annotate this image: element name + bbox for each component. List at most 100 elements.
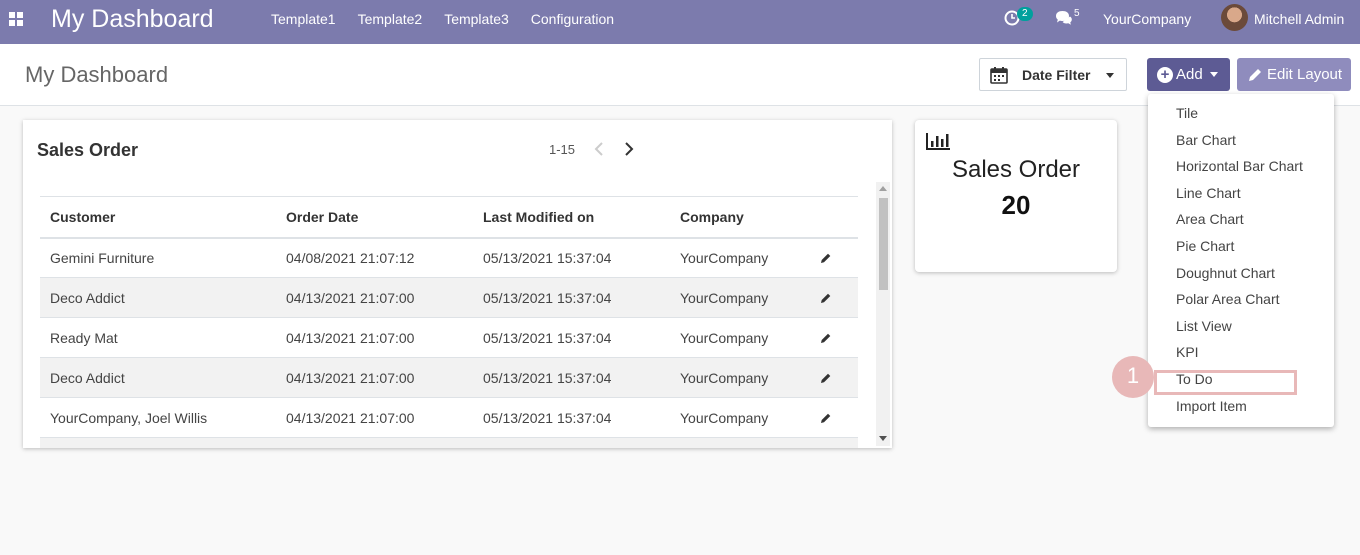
step-number-marker: 1 — [1112, 356, 1154, 398]
table-scrollbar[interactable] — [876, 182, 890, 446]
table-row[interactable]: Deco Addict 04/13/2021 21:07:00 05/13/20… — [40, 277, 858, 318]
user-menu[interactable]: Mitchell Admin — [1254, 11, 1344, 27]
cell-company: YourCompany — [670, 397, 810, 438]
pencil-edit-icon[interactable] — [820, 292, 832, 304]
column-header-customer[interactable]: Customer — [40, 196, 276, 239]
app-brand[interactable]: My Dashboard — [51, 4, 214, 34]
user-avatar[interactable] — [1221, 4, 1248, 31]
cell-customer: Deco Addict — [40, 357, 276, 398]
cell-order-date: 04/13/2021 21:07:00 — [276, 277, 473, 318]
messages-chat-icon[interactable] — [1055, 10, 1072, 26]
cell-customer: YourCompany, Joel Willis — [40, 397, 276, 438]
cell-customer: Ready Mat — [40, 317, 276, 358]
add-button[interactable]: + Add — [1147, 58, 1230, 91]
cell-order-date: 04/13/2021 21:07:00 — [276, 317, 473, 358]
sales-order-table: Customer Order Date Last Modified on Com… — [40, 196, 858, 448]
cell-empty — [276, 437, 473, 448]
dropdown-item-area-chart[interactable]: Area Chart — [1176, 211, 1244, 227]
cell-company: YourCompany — [670, 237, 810, 278]
table-row[interactable]: Gemini Furniture 04/08/2021 21:07:12 05/… — [40, 237, 858, 278]
dropdown-item-line-chart[interactable]: Line Chart — [1176, 185, 1241, 201]
cell-order-date: 04/13/2021 21:07:00 — [276, 357, 473, 398]
cell-customer: Deco Addict — [40, 277, 276, 318]
cell-order-date: 04/13/2021 21:07:00 — [276, 397, 473, 438]
table-row[interactable]: YourCompany, Joel Willis 04/13/2021 21:0… — [40, 397, 858, 438]
dropdown-item-tile[interactable]: Tile — [1176, 105, 1198, 121]
cell-last-modified: 05/13/2021 15:37:04 — [473, 277, 670, 318]
company-switcher[interactable]: YourCompany — [1103, 11, 1191, 27]
dropdown-item-pie-chart[interactable]: Pie Chart — [1176, 238, 1234, 254]
scroll-down-arrow-icon[interactable] — [879, 436, 887, 441]
pencil-edit-icon[interactable] — [820, 372, 832, 384]
plus-circle-icon: + — [1157, 66, 1173, 83]
bar-chart-icon — [926, 133, 950, 150]
dropdown-item-kpi[interactable]: KPI — [1176, 344, 1199, 360]
scrollbar-thumb[interactable] — [879, 198, 888, 290]
table-header-row: Customer Order Date Last Modified on Com… — [40, 196, 858, 239]
sales-order-tile-card[interactable]: Sales Order 20 — [915, 120, 1117, 272]
apps-grid-icon[interactable] — [9, 12, 23, 26]
cell-empty — [670, 437, 810, 448]
cell-company: YourCompany — [670, 317, 810, 358]
cell-last-modified: 05/13/2021 15:37:04 — [473, 357, 670, 398]
dropdown-item-bar-chart[interactable]: Bar Chart — [1176, 132, 1236, 148]
cell-empty — [473, 437, 670, 448]
row-edit-cell — [810, 277, 858, 318]
pencil-edit-icon[interactable] — [820, 412, 832, 424]
cell-company: YourCompany — [670, 357, 810, 398]
tile-value: 20 — [1001, 190, 1031, 220]
edit-layout-button[interactable]: Edit Layout — [1237, 58, 1351, 91]
menu-item-template3[interactable]: Template3 — [444, 11, 509, 27]
menu-item-template2[interactable]: Template2 — [358, 11, 423, 27]
dropdown-item-polar-area-chart[interactable]: Polar Area Chart — [1176, 291, 1280, 307]
column-header-order-date[interactable]: Order Date — [276, 196, 473, 239]
tile-title: Sales Order — [951, 156, 1081, 183]
column-header-last-modified[interactable]: Last Modified on — [473, 196, 670, 239]
column-header-company[interactable]: Company — [670, 196, 810, 239]
list-table-wrapper: Customer Order Date Last Modified on Com… — [40, 196, 858, 448]
messages-count: 5 — [1074, 8, 1080, 19]
date-filter-label: Date Filter — [1022, 66, 1091, 83]
top-navbar: My Dashboard Template1 Template2 Templat… — [0, 0, 1360, 44]
table-row[interactable]: Ready Mat 04/13/2021 21:07:00 05/13/2021… — [40, 317, 858, 358]
menu-item-template1[interactable]: Template1 — [271, 11, 336, 27]
edit-layout-label: Edit Layout — [1267, 66, 1343, 83]
menu-item-configuration[interactable]: Configuration — [531, 11, 614, 27]
cell-last-modified: 05/13/2021 15:37:04 — [473, 397, 670, 438]
pager-previous-icon[interactable] — [593, 141, 605, 157]
cell-last-modified: 05/13/2021 15:37:04 — [473, 237, 670, 278]
activity-count-badge: 2 — [1017, 7, 1033, 21]
row-edit-cell — [810, 237, 858, 278]
top-menu: Template1 Template2 Template3 Configurat… — [271, 11, 614, 27]
dropdown-item-list-view[interactable]: List View — [1176, 318, 1232, 334]
sales-order-list-card: Sales Order 1-15 Customer Order Date Las… — [23, 120, 892, 448]
pencil-edit-icon[interactable] — [820, 252, 832, 264]
cell-company: YourCompany — [670, 277, 810, 318]
calendar-icon — [990, 66, 1008, 84]
table-row[interactable]: Deco Addict 04/13/2021 21:07:00 05/13/20… — [40, 357, 858, 398]
row-edit-cell — [810, 317, 858, 358]
scroll-up-arrow-icon[interactable] — [879, 186, 887, 191]
table-row[interactable] — [40, 437, 858, 448]
date-filter-button[interactable]: Date Filter — [979, 58, 1127, 91]
row-edit-cell — [810, 397, 858, 438]
row-edit-cell — [810, 357, 858, 398]
add-button-label: Add — [1176, 66, 1203, 83]
cell-order-date: 04/08/2021 21:07:12 — [276, 237, 473, 278]
step-highlight-box — [1154, 370, 1297, 395]
chevron-down-icon — [1106, 73, 1114, 78]
pencil-icon — [1249, 68, 1261, 81]
cell-customer-partial — [40, 437, 276, 448]
pencil-edit-icon[interactable] — [820, 332, 832, 344]
cell-last-modified: 05/13/2021 15:37:04 — [473, 317, 670, 358]
list-card-title: Sales Order — [37, 140, 139, 160]
column-header-actions — [810, 196, 858, 239]
dropdown-item-doughnut-chart[interactable]: Doughnut Chart — [1176, 265, 1275, 281]
dropdown-item-import-item[interactable]: Import Item — [1176, 398, 1247, 414]
pager-value[interactable]: 1-15 — [549, 142, 575, 157]
cell-customer: Gemini Furniture — [40, 237, 276, 278]
dropdown-item-horizontal-bar-chart[interactable]: Horizontal Bar Chart — [1176, 158, 1303, 174]
page-title: My Dashboard — [25, 62, 169, 87]
pager-next-icon[interactable] — [623, 141, 635, 157]
chevron-down-icon — [1210, 72, 1218, 77]
